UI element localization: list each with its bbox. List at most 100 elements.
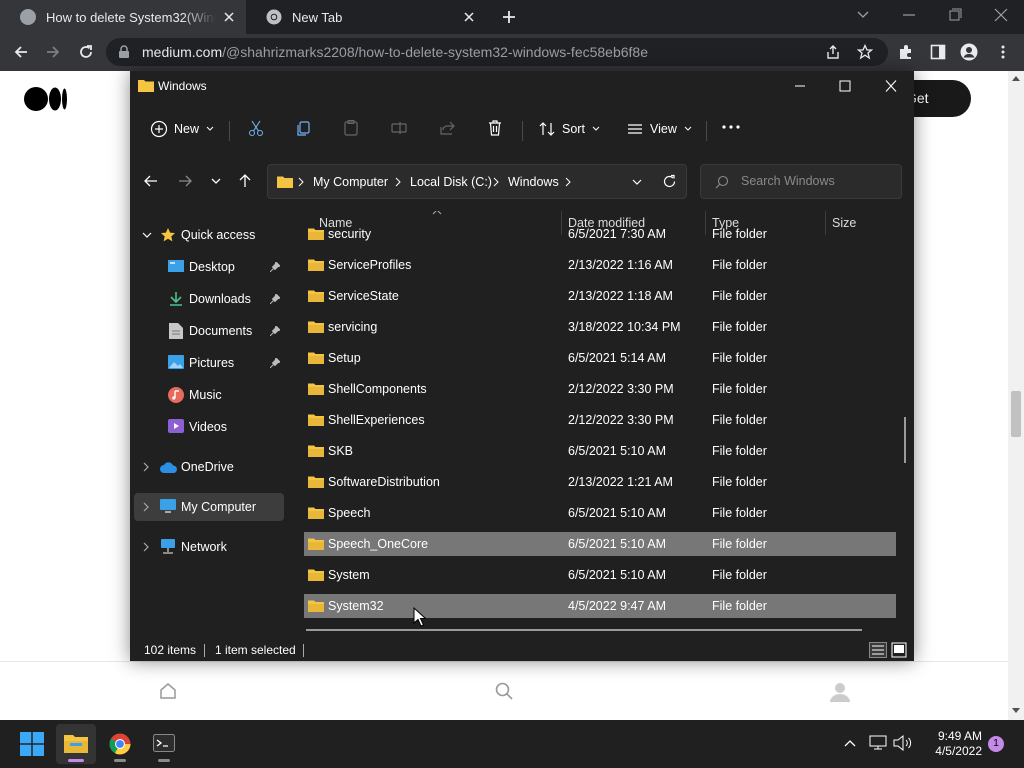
file-row[interactable]: System 6/5/2021 5:10 AM File folder [304,563,896,587]
extensions-puzzle-icon[interactable] [897,43,915,61]
back-arrow-icon[interactable] [143,173,159,189]
minimize-icon[interactable] [898,6,920,24]
chevron-right-icon[interactable] [493,177,499,187]
tiles-view-icon[interactable] [891,642,907,658]
share-icon[interactable] [438,119,456,137]
profile-icon[interactable] [960,43,978,61]
taskbar-file-explorer[interactable] [56,724,96,764]
recent-locations-chevron-icon[interactable] [210,176,222,186]
file-row[interactable]: ServiceState 2/13/2022 1:18 AM File folder [304,284,896,308]
file-row[interactable]: System32 4/5/2022 9:47 AM File folder [304,594,896,618]
volume-icon[interactable] [893,735,913,751]
page-scrollbar-thumb[interactable] [1011,391,1021,437]
notification-badge[interactable]: 1 [988,736,1004,752]
browser-tab-new[interactable]: New Tab [246,0,486,34]
close-tab-icon[interactable] [222,10,236,24]
file-row[interactable]: security 6/5/2021 7:30 AM File folder [304,222,896,246]
explorer-title-bar[interactable]: Windows [130,71,914,101]
up-arrow-icon[interactable] [237,173,253,189]
close-icon[interactable] [883,79,899,93]
scroll-down-icon[interactable] [1012,708,1020,714]
file-row[interactable]: Setup 6/5/2021 5:14 AM File folder [304,346,896,370]
nav-downloads[interactable]: Downloads [134,285,284,313]
paste-icon[interactable] [342,119,360,137]
network-status-icon[interactable] [869,735,887,751]
view-button[interactable]: View [626,117,699,141]
menu-kebab-icon[interactable] [994,43,1012,61]
reload-icon[interactable] [77,43,95,61]
file-row[interactable]: Speech_OneCore 6/5/2021 5:10 AM File folde… [304,532,896,556]
nav-quick-access[interactable]: Quick access [134,221,284,249]
lock-icon[interactable] [118,45,130,59]
browser-tab-active[interactable]: How to delete System32(Windov [0,0,246,34]
home-icon[interactable] [158,681,178,701]
search-input[interactable] [739,173,893,189]
new-button[interactable]: New [150,117,221,141]
close-window-icon[interactable] [990,6,1012,24]
file-list-scrollbar-thumb[interactable] [904,417,906,463]
nav-documents[interactable]: Documents [134,317,284,345]
copy-icon[interactable] [295,119,313,137]
bookmark-star-icon[interactable] [857,44,873,60]
delete-trash-icon[interactable] [486,119,504,137]
scroll-up-icon[interactable] [1012,75,1020,81]
chevron-down-icon[interactable] [142,231,152,239]
pin-icon[interactable] [270,294,280,304]
maximize-icon[interactable] [837,79,853,93]
nav-pictures[interactable]: Pictures [134,349,284,377]
nav-desktop[interactable]: Desktop [134,253,284,281]
taskbar-chrome[interactable] [100,724,140,764]
share-icon[interactable] [825,44,841,60]
breadcrumb-windows[interactable]: Windows [508,175,559,189]
nav-videos[interactable]: Videos [134,413,284,441]
chevron-right-icon[interactable] [142,502,150,512]
more-options-icon[interactable] [721,124,741,130]
file-row[interactable]: SKB 6/5/2021 5:10 AM File folder [304,439,896,463]
breadcrumb-my-computer[interactable]: My Computer [313,175,388,189]
pin-icon[interactable] [270,326,280,336]
side-panel-icon[interactable] [929,43,947,61]
rename-icon[interactable] [390,119,408,137]
chevron-right-icon[interactable] [565,177,571,187]
chevron-right-icon[interactable] [142,542,150,552]
taskbar-terminal[interactable] [144,724,184,764]
search-icon[interactable] [494,681,514,701]
refresh-icon[interactable] [662,174,677,189]
file-row[interactable]: ShellExperiences 2/12/2022 3:30 PM File fo… [304,408,896,432]
file-row[interactable]: servicing 3/18/2022 10:34 PM File folder [304,315,896,339]
sort-button[interactable]: Sort [538,117,607,141]
file-row[interactable]: Speech 6/5/2021 5:10 AM File folder [304,501,896,525]
page-scrollbar[interactable] [1008,71,1024,720]
nav-music[interactable]: Music [134,381,284,409]
chevron-right-icon[interactable] [395,177,401,187]
file-list-hscrollbar-thumb[interactable] [306,629,862,631]
tab-search-chevron-icon[interactable] [852,6,874,24]
file-row[interactable]: ShellComponents 2/12/2022 3:30 PM File fol… [304,377,896,401]
system-clock[interactable]: 9:49 AM 4/5/2022 [922,729,982,759]
profile-avatar-icon[interactable] [829,681,851,703]
restore-icon[interactable] [944,6,966,24]
start-button[interactable] [12,724,52,764]
nav-network[interactable]: Network [134,533,284,561]
close-tab-icon[interactable] [462,10,476,24]
pin-icon[interactable] [270,262,280,272]
pin-icon[interactable] [270,358,280,368]
forward-arrow-icon[interactable] [177,173,193,189]
address-breadcrumb-bar[interactable]: My Computer Local Disk (C:) Windows [267,164,687,199]
show-hidden-icons-chevron-icon[interactable] [843,738,857,748]
search-box[interactable] [700,164,902,199]
file-row[interactable]: ServiceProfiles 2/13/2022 1:16 AM File fol… [304,253,896,277]
cut-scissors-icon[interactable] [247,119,265,137]
forward-icon[interactable] [44,43,62,61]
details-view-icon[interactable] [869,642,887,658]
new-tab-icon[interactable] [500,8,518,26]
medium-logo-icon[interactable] [24,85,68,113]
nav-my-computer[interactable]: My Computer [134,493,284,521]
back-icon[interactable] [12,43,30,61]
minimize-icon[interactable] [792,79,808,93]
breadcrumb-local-disk[interactable]: Local Disk (C:) [410,175,492,189]
file-row[interactable]: SoftwareDistribution 2/13/2022 1:21 AM Fil… [304,470,896,494]
address-bar[interactable]: medium.com/@shahrizmarks2208/how-to-dele… [106,38,888,66]
nav-onedrive[interactable]: OneDrive [134,453,284,481]
address-history-chevron-icon[interactable] [631,177,643,187]
